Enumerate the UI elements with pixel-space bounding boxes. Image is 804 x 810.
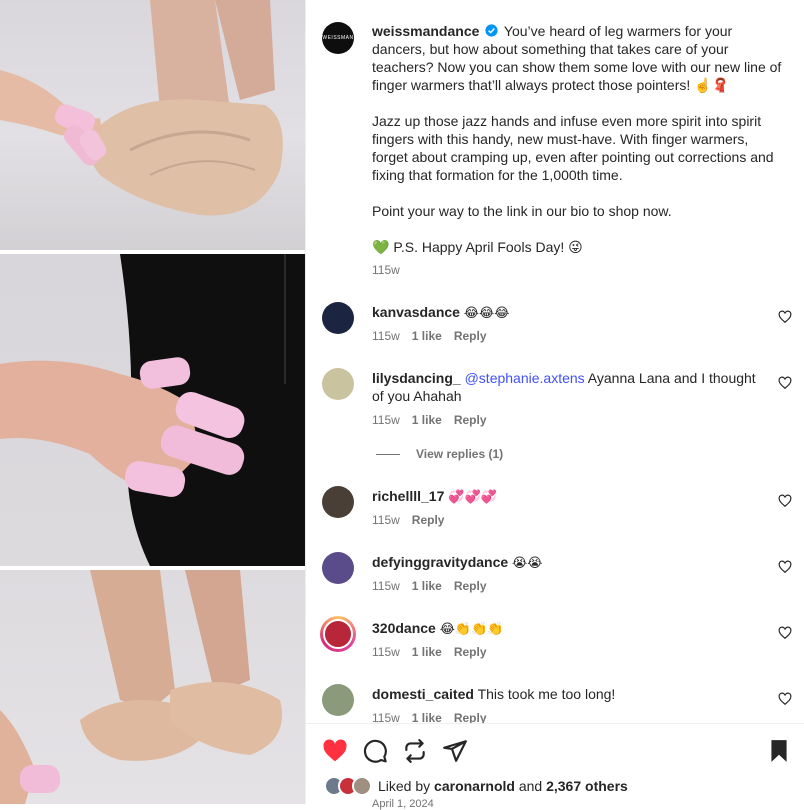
comment-avatar[interactable]	[322, 368, 354, 400]
comment-username[interactable]: richellll_17	[372, 488, 444, 504]
reply-button[interactable]: Reply	[454, 329, 487, 343]
reply-button[interactable]: Reply	[412, 513, 445, 527]
reply-button[interactable]: Reply	[454, 579, 487, 593]
comment-likes[interactable]: 1 like	[412, 711, 442, 723]
comment-likes[interactable]: 1 like	[412, 413, 442, 427]
comment-age[interactable]: 115w	[372, 413, 400, 427]
media-image-1	[0, 0, 305, 250]
comment-likes[interactable]: 1 like	[412, 579, 442, 593]
comment-text: richellll_17 💞💞💞	[372, 487, 762, 507]
comment-avatar[interactable]	[322, 486, 354, 518]
photo-legs	[0, 570, 282, 804]
post-date: April 1, 2024	[372, 798, 434, 810]
comment-meta: 115w 1 like Reply	[372, 413, 487, 427]
send-icon[interactable]	[442, 738, 468, 764]
caption-meta: 115w	[372, 263, 400, 277]
liker-username[interactable]: caronarnold	[434, 778, 515, 794]
comment-avatar[interactable]	[322, 552, 354, 584]
media-image-3	[0, 570, 305, 804]
comment-text: defyinggravitydance 😭😭	[372, 553, 762, 573]
comment-age[interactable]: 115w	[372, 645, 400, 659]
comment-likes[interactable]: 1 like	[412, 329, 442, 343]
caption: weissmandance You’ve heard of leg warmer…	[372, 22, 784, 256]
comment-username[interactable]: 320dance	[372, 620, 436, 636]
reply-button[interactable]: Reply	[454, 413, 487, 427]
caption-text-2: Jazz up those jazz hands and infuse even…	[372, 113, 774, 183]
reply-button[interactable]: Reply	[454, 645, 487, 659]
view-replies-line	[376, 453, 400, 455]
likes-others[interactable]: 2,367 others	[546, 778, 628, 794]
liker-avatars	[324, 776, 372, 796]
comment-body: 😂😂😂	[463, 306, 510, 321]
comment-username[interactable]: lilysdancing_	[372, 370, 461, 386]
caption-text-4: 💚 P.S. Happy April Fools Day! 😜	[372, 239, 583, 255]
comment-like-icon[interactable]	[778, 376, 792, 390]
comment-meta: 115w 1 like Reply	[372, 645, 487, 659]
likes-summary: Liked by caronarnold and 2,367 others	[324, 776, 628, 796]
comment-like-icon[interactable]	[778, 560, 792, 574]
comment-like-icon[interactable]	[778, 494, 792, 508]
comment-body: 😂👏👏👏	[439, 622, 504, 637]
comment-body: 💞💞💞	[448, 490, 497, 505]
comment-meta: 115w 1 like Reply	[372, 711, 487, 723]
comment-like-icon[interactable]	[778, 692, 792, 706]
comment-age[interactable]: 115w	[372, 711, 400, 723]
comment-like-icon[interactable]	[778, 626, 792, 640]
reply-button[interactable]: Reply	[454, 711, 487, 723]
comments-scroll-area[interactable]: WEISSMAN weissmandance You’ve heard of l…	[306, 0, 804, 723]
comment-meta: 115w 1 like Reply	[372, 579, 487, 593]
caption-text-3: Point your way to the link in our bio to…	[372, 203, 672, 219]
comment-meta: 115w Reply	[372, 513, 444, 527]
comment-icon[interactable]	[362, 738, 388, 764]
comment-mention[interactable]: @stephanie.axtens	[465, 370, 585, 386]
comment-avatar-story-ring[interactable]	[320, 616, 356, 652]
likes-prefix: Liked by	[378, 778, 431, 794]
comment-text: lilysdancing_ @stephanie.axtens Ayanna L…	[372, 369, 767, 405]
likes-and: and	[518, 778, 543, 794]
comment-avatar	[323, 619, 353, 649]
comment-likes[interactable]: 1 like	[412, 645, 442, 659]
comment-meta: 115w 1 like Reply	[372, 329, 487, 343]
comment-age[interactable]: 115w	[372, 329, 400, 343]
photo-hand-slipper	[0, 0, 283, 216]
comment-avatar[interactable]	[322, 302, 354, 334]
bookmark-icon[interactable]	[766, 738, 792, 764]
view-replies[interactable]: View replies (1)	[376, 447, 503, 461]
view-replies-label[interactable]: View replies (1)	[416, 447, 503, 461]
caption-age[interactable]: 115w	[372, 263, 400, 277]
post-details-panel: WEISSMAN weissmandance You’ve heard of l…	[305, 0, 804, 810]
author-avatar[interactable]: WEISSMAN	[322, 22, 354, 54]
comment-body: This took me too long!	[477, 686, 616, 702]
comment-avatar[interactable]	[322, 684, 354, 716]
comment-age[interactable]: 115w	[372, 513, 400, 527]
comment-body: 😭😭	[512, 556, 543, 571]
repost-icon[interactable]	[402, 738, 428, 764]
comment-username[interactable]: kanvasdance	[372, 304, 460, 320]
comment-username[interactable]: domesti_caited	[372, 686, 474, 702]
comment-text: domesti_caited This took me too long!	[372, 685, 762, 703]
post-media[interactable]	[0, 0, 305, 804]
heart-filled-icon[interactable]	[322, 738, 348, 764]
author-username[interactable]: weissmandance	[372, 23, 479, 39]
verified-badge-icon	[485, 24, 498, 37]
comment-text: 320dance 😂👏👏👏	[372, 619, 762, 639]
comment-age[interactable]: 115w	[372, 579, 400, 593]
comment-text: kanvasdance 😂😂😂	[372, 303, 762, 323]
comment-like-icon[interactable]	[778, 310, 792, 324]
media-image-2	[0, 254, 305, 566]
liker-avatar	[352, 776, 372, 796]
photo-hand-hip	[0, 254, 305, 566]
comment-username[interactable]: defyinggravitydance	[372, 554, 508, 570]
